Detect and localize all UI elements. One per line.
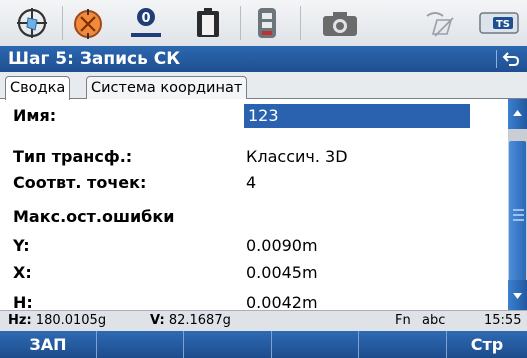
prism-constant-text: 0 xyxy=(141,11,150,26)
softkey-f1-save[interactable]: ЗАП xyxy=(0,331,97,358)
back-icon[interactable] xyxy=(502,50,520,68)
memory-icon xyxy=(250,4,284,42)
battery-icon xyxy=(188,4,228,42)
softkey-bar: ЗАП Стр xyxy=(0,331,527,358)
v-label: V: xyxy=(150,313,165,328)
status-icon-bar: 0 TS xyxy=(0,0,527,46)
hz-label: Hz: xyxy=(8,313,32,328)
laser-pointer-icon[interactable] xyxy=(68,4,108,42)
summary-panel: Имя: 123 Тип трансф.: Классич. 3D Соотвт… xyxy=(0,99,508,310)
clock: 15:55 xyxy=(484,313,522,328)
target-prism-icon[interactable] xyxy=(14,4,50,42)
title-bar: Шаг 5: Запись СК xyxy=(0,46,527,72)
max-residuals-heading: Макс.ост.ошибки xyxy=(13,207,175,226)
prism-constant-icon[interactable]: 0 xyxy=(126,4,166,42)
no-connection-icon xyxy=(420,4,460,42)
hz-value: 180.0105g xyxy=(35,313,107,328)
scrollbar-thumb[interactable] xyxy=(509,141,526,291)
tab-strip: Сводка Система координат xyxy=(0,72,527,100)
input-mode-indicator: abc xyxy=(422,313,446,328)
softkey-f2[interactable] xyxy=(97,331,184,358)
hz-readout: Hz: 180.0105g xyxy=(8,313,106,328)
softkey-f6-page[interactable]: Стр xyxy=(447,331,527,358)
x-residual-value: 0.0045m xyxy=(246,263,318,282)
h-residual-label: H: xyxy=(13,293,33,310)
v-readout: V: 82.1687g xyxy=(150,313,231,328)
ts-badge-icon: TS xyxy=(476,4,522,42)
name-label: Имя: xyxy=(13,106,57,125)
scroll-down-icon[interactable] xyxy=(508,280,527,310)
page-title: Шаг 5: Запись СК xyxy=(8,49,181,69)
transform-type-label: Тип трансф.: xyxy=(13,147,133,166)
y-residual-value: 0.0090m xyxy=(246,236,318,255)
name-input[interactable]: 123 xyxy=(244,104,470,128)
matching-points-value: 4 xyxy=(246,173,257,192)
status-line: Hz: 180.0105g V: 82.1687g Fn abc 15:55 xyxy=(0,310,527,331)
h-residual-value: 0.0042m xyxy=(246,293,318,310)
y-residual-label: Y: xyxy=(13,236,30,255)
camera-icon[interactable] xyxy=(318,4,362,42)
scroll-up-icon[interactable] xyxy=(508,99,527,129)
fn-indicator: Fn xyxy=(395,313,411,328)
softkey-f4[interactable] xyxy=(272,331,359,358)
v-value: 82.1687g xyxy=(168,313,231,328)
tab-coordinate-system[interactable]: Система координат xyxy=(86,76,248,99)
matching-points-label: Соотвт. точек: xyxy=(13,173,147,192)
softkey-f5[interactable] xyxy=(359,331,447,358)
tab-summary[interactable]: Сводка xyxy=(5,76,71,100)
ts-badge-text: TS xyxy=(496,19,510,30)
x-residual-label: X: xyxy=(13,263,32,282)
scrollbar[interactable] xyxy=(508,99,527,310)
softkey-f3[interactable] xyxy=(184,331,272,358)
transform-type-value: Классич. 3D xyxy=(246,147,348,166)
